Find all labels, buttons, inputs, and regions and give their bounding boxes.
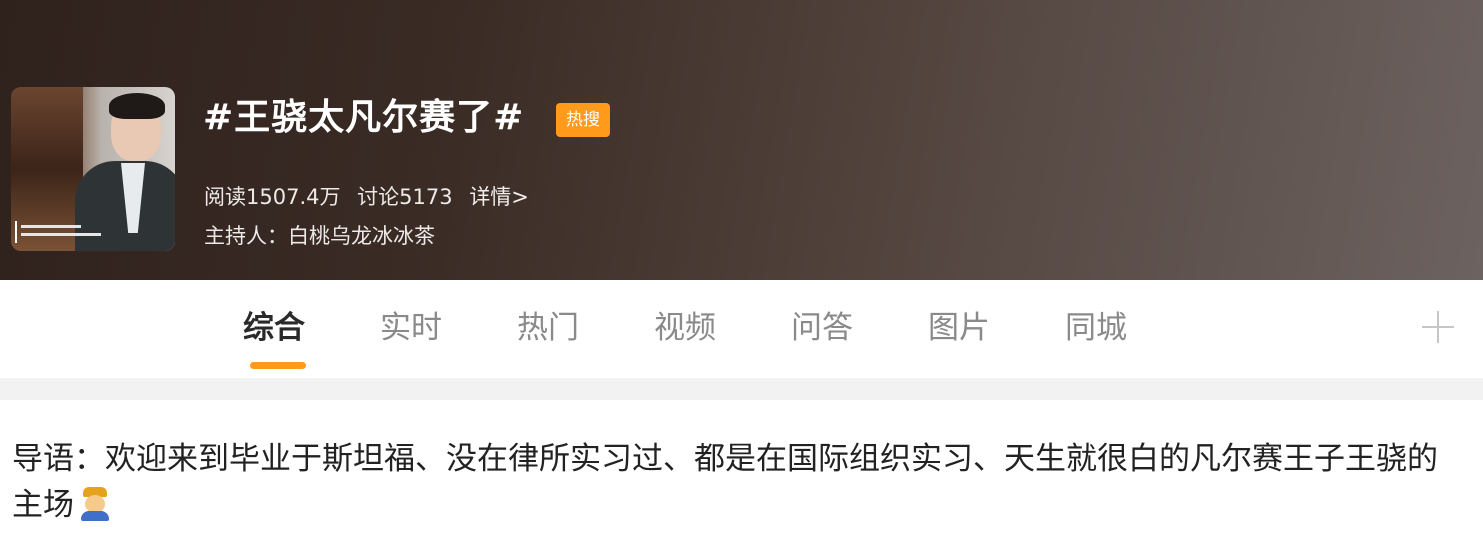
prince-emoji-icon — [78, 487, 112, 521]
tab-local[interactable]: 同城 — [1065, 308, 1127, 348]
details-link[interactable]: 详情> — [469, 185, 529, 209]
tab-comprehensive[interactable]: 综合 — [243, 308, 305, 348]
cover-subtitle-line — [21, 225, 81, 228]
plus-icon[interactable] — [1420, 307, 1456, 347]
discussion-count: 讨论5173 — [357, 185, 453, 209]
tab-qa[interactable]: 问答 — [791, 308, 853, 348]
cover-subtitle-line — [21, 233, 101, 236]
cover-person-hair — [109, 93, 165, 119]
tab-realtime[interactable]: 实时 — [380, 308, 442, 348]
hot-search-badge: 热搜 — [556, 103, 610, 137]
topic-host[interactable]: 主持人：白桃乌龙冰冰茶 — [204, 221, 435, 251]
read-count: 阅读1507.4万 — [204, 185, 341, 209]
tab-pictures[interactable]: 图片 — [928, 308, 990, 348]
cover-subtitle-graphic — [15, 221, 117, 243]
topic-tabs: 综合 实时 热门 视频 问答 图片 同城 — [0, 280, 1483, 378]
intro-text: 导语：欢迎来到毕业于斯坦福、没在律所实习过、都是在国际组织实习、天生就很白的凡尔… — [12, 441, 1438, 523]
topic-header: #王骁太凡尔赛了# 热搜 阅读1507.4万 讨论5173 详情> 主持人：白桃… — [0, 0, 1483, 280]
topic-cover-image[interactable] — [11, 87, 175, 251]
emoji-body — [81, 511, 109, 521]
section-divider — [0, 378, 1483, 400]
topic-intro: 导语：欢迎来到毕业于斯坦福、没在律所实习过、都是在国际组织实习、天生就很白的凡尔… — [12, 436, 1452, 528]
topic-title: #王骁太凡尔赛了# — [203, 97, 525, 138]
topic-stats: 阅读1507.4万 讨论5173 详情> — [204, 182, 539, 212]
active-tab-indicator — [250, 362, 306, 369]
topic-page: #王骁太凡尔赛了# 热搜 阅读1507.4万 讨论5173 详情> 主持人：白桃… — [0, 0, 1483, 544]
tab-hot[interactable]: 热门 — [517, 308, 579, 348]
tab-video[interactable]: 视频 — [654, 308, 716, 348]
